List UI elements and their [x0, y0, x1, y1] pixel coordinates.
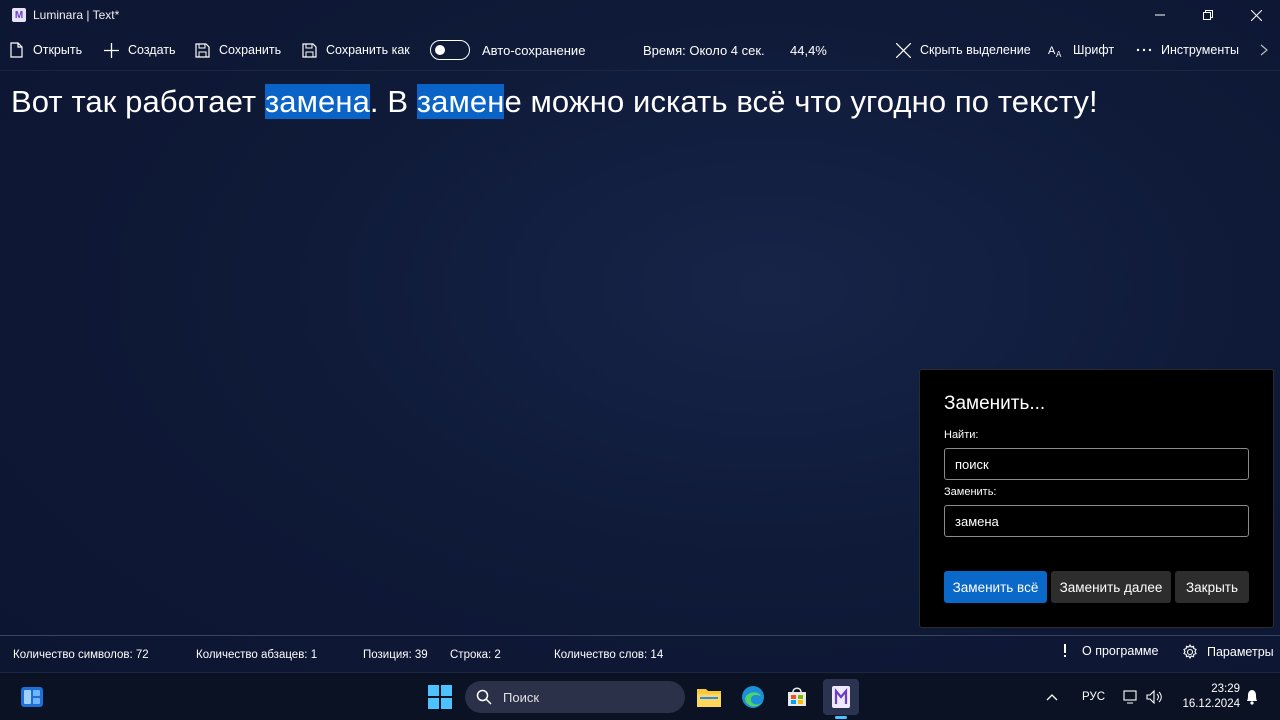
network-button[interactable] [1123, 673, 1139, 720]
title-bar: M Luminara | Text* [0, 0, 1280, 30]
language-indicator[interactable]: РУС [1082, 673, 1105, 720]
save-as-button[interactable]: Сохранить как [302, 34, 410, 66]
char-count: Количество символов: 72 [13, 649, 149, 661]
active-indicator [835, 716, 847, 719]
search-icon [476, 689, 492, 705]
chevron-right-icon [1260, 44, 1268, 56]
cursor-position: Позиция: 39 [363, 649, 428, 661]
dialog-title: Заменить... [944, 393, 1046, 414]
close-window-button[interactable] [1232, 0, 1280, 30]
store-button[interactable] [781, 681, 813, 713]
autosave-toggle-group: Авто-сохранение [430, 34, 585, 66]
save-label: Сохранить [219, 43, 282, 57]
text-segment: Вот так работает [11, 84, 265, 119]
progress-percent: 44,4% [790, 43, 827, 58]
hide-selection-button[interactable]: Скрыть выделение [896, 34, 1031, 66]
save-as-icon [302, 42, 317, 58]
text-segment: . В [369, 84, 417, 119]
save-icon [195, 42, 210, 58]
luminara-icon [832, 686, 850, 708]
svg-text:A: A [1056, 50, 1062, 58]
widgets-button[interactable] [16, 681, 48, 713]
about-label: О программе [1082, 644, 1159, 658]
luminara-taskbar-button[interactable] [823, 679, 859, 719]
windows-icon [428, 685, 452, 709]
notifications-button[interactable] [1245, 673, 1259, 720]
settings-label: Параметры [1207, 645, 1274, 659]
widgets-icon [21, 687, 43, 707]
toolbar-divider [0, 70, 1280, 71]
font-button[interactable]: AA Шрифт [1048, 34, 1114, 66]
open-button[interactable]: Открыть [9, 34, 82, 66]
search-match: замена [264, 84, 370, 119]
close-icon [896, 42, 911, 58]
status-bar: Количество символов: 72 Количество абзац… [0, 636, 1280, 672]
tools-label: Инструменты [1161, 43, 1239, 57]
edge-button[interactable] [737, 681, 769, 713]
tools-button[interactable]: Инструменты [1136, 34, 1239, 66]
exclamation-icon [1064, 644, 1066, 657]
autosave-toggle[interactable] [430, 40, 470, 60]
folder-icon [697, 689, 721, 707]
toggle-knob [435, 45, 445, 55]
store-icon [788, 687, 806, 706]
replace-all-button[interactable]: Заменить всё [944, 571, 1047, 603]
font-label: Шрифт [1073, 43, 1115, 57]
search-placeholder: Поиск [503, 689, 540, 705]
replace-label: Заменить: [944, 486, 997, 498]
taskbar: Поиск РУС 23:29 16.12.2024 [0, 672, 1280, 720]
settings-button[interactable]: Параметры [1182, 644, 1274, 660]
minimize-button[interactable] [1136, 0, 1184, 30]
scroll-right-button[interactable] [1260, 34, 1268, 66]
save-button[interactable]: Сохранить [195, 34, 281, 66]
svg-text:A: A [1048, 45, 1056, 57]
restore-button[interactable] [1184, 0, 1232, 30]
create-label: Создать [128, 43, 176, 57]
create-button[interactable]: Создать [104, 34, 176, 66]
time-estimate: Время: Около 4 сек. [643, 43, 765, 58]
find-input[interactable]: поиск [944, 448, 1249, 480]
hide-selection-label: Скрыть выделение [920, 43, 1031, 57]
autosave-label: Авто-сохранение [482, 42, 586, 58]
volume-button[interactable] [1146, 673, 1164, 720]
replace-next-button[interactable]: Заменить далее [1051, 571, 1171, 603]
taskbar-search[interactable]: Поиск [465, 681, 685, 713]
font-icon: AA [1048, 45, 1062, 58]
start-button[interactable] [424, 681, 456, 713]
more-icon [1136, 48, 1152, 52]
volume-icon [1146, 690, 1162, 704]
edge-icon [742, 686, 764, 708]
text-segment: е можно искать всё что угодно по тексту! [504, 84, 1098, 119]
replace-dialog: Заменить... Найти: поиск Заменить: замен… [919, 369, 1274, 628]
open-file-icon [10, 42, 23, 58]
text-editor[interactable]: Вот так работает замена. В замене можно … [11, 84, 1098, 120]
search-match: замен [416, 84, 505, 119]
tray-overflow-button[interactable] [1046, 673, 1058, 720]
network-icon [1123, 690, 1137, 704]
luminara-icon: M [12, 8, 26, 22]
close-icon [1250, 9, 1262, 21]
window-controls [1136, 0, 1280, 30]
clock-time: 23:29 [1211, 683, 1240, 695]
replace-input[interactable]: замена [944, 505, 1249, 537]
clock-date: 16.12.2024 [1182, 698, 1240, 710]
command-bar: Открыть Создать Сохранить Сохранить как … [0, 34, 1280, 68]
close-dialog-button[interactable]: Закрыть [1175, 571, 1249, 603]
minimize-icon [1155, 14, 1165, 16]
open-label: Открыть [33, 43, 83, 57]
paragraph-count: Количество абзацев: 1 [196, 649, 318, 661]
clock[interactable]: 23:29 16.12.2024 [1176, 682, 1240, 712]
plus-icon [104, 42, 119, 58]
chevron-up-icon [1046, 694, 1058, 701]
file-explorer-button[interactable] [693, 681, 725, 713]
find-label: Найти: [944, 429, 979, 441]
bell-icon [1247, 690, 1257, 705]
about-button[interactable]: О программе [1063, 644, 1158, 658]
restore-icon [1203, 10, 1213, 20]
line-number: Строка: 2 [450, 649, 501, 661]
word-count: Количество слов: 14 [554, 649, 664, 661]
window-title: Luminara | Text* [33, 8, 120, 22]
gear-icon [1183, 644, 1197, 660]
save-as-label: Сохранить как [326, 43, 410, 57]
